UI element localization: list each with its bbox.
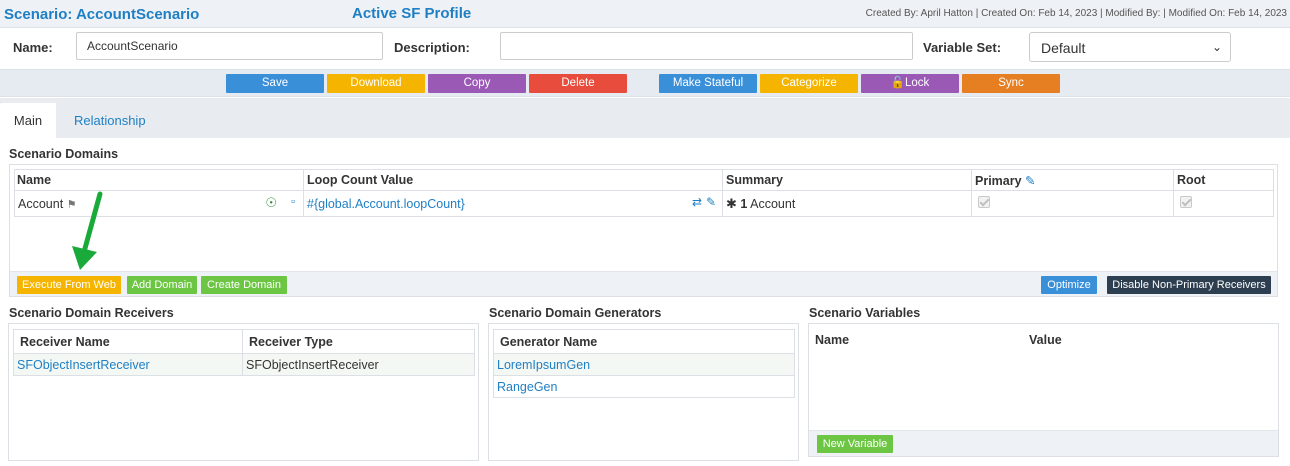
delete-button[interactable]: Delete [529,74,627,93]
edit-icon[interactable]: ✎ [1025,174,1035,188]
create-domain-button[interactable]: Create Domain [201,276,287,294]
scenario-title: Scenario: AccountScenario [4,6,200,23]
name-label: Name: [13,40,53,55]
lifebuoy-icon[interactable]: ☉ [265,195,277,211]
col-loop-count: Loop Count Value [303,169,723,191]
active-profile-link[interactable]: Active SF Profile [352,5,471,22]
domain-name-cell: Account ⚑ ☉ ▫ [14,190,304,217]
receiver-name-cell: SFObjectInsertReceiver [13,353,243,376]
col-receiver-name: Receiver Name [13,329,243,354]
variables-panel: Name Value New Variable [808,323,1279,457]
loop-count-link[interactable]: #{global.Account.loopCount} [307,197,465,211]
root-cell [1173,190,1274,217]
chevron-down-icon: ⌄ [1211,40,1222,54]
generators-table: Generator Name LoremIpsumGen RangeGen [493,329,795,398]
domains-header-row: Name Loop Count Value Summary Primary ✎ … [14,169,1274,191]
unlock-icon: 🔓 [890,77,906,89]
save-button[interactable]: Save [226,74,324,93]
summary-cell: ✱ 1 Account [722,190,972,217]
col-generator-name: Generator Name [493,329,795,354]
variable-set-select[interactable]: Default ⌄ [1029,32,1231,62]
summary-label: Account [750,196,796,211]
generator-cell: LoremIpsumGen [493,353,795,376]
generator-cell: RangeGen [493,375,795,398]
description-label: Description: [394,40,470,55]
generator-link[interactable]: LoremIpsumGen [497,358,590,372]
col-root: Root [1173,169,1274,191]
new-variable-button[interactable]: New Variable [817,435,893,453]
generators-panel: Generator Name LoremIpsumGen RangeGen [488,323,799,461]
domains-table: Name Loop Count Value Summary Primary ✎ … [14,169,1274,217]
domain-name: Account [18,196,64,211]
sync-button[interactable]: Sync [962,74,1060,93]
generators-title: Scenario Domain Generators [489,306,662,320]
col-variable-value: Value [1029,333,1062,347]
make-stateful-button[interactable]: Make Stateful [659,74,757,93]
primary-cell [971,190,1174,217]
receivers-panel: Receiver Name Receiver Type SFObjectInse… [8,323,479,461]
receiver-type-cell: SFObjectInsertReceiver [242,353,475,376]
add-domain-button[interactable]: Add Domain [127,276,197,294]
generators-header-row: Generator Name [493,329,795,354]
col-primary: Primary ✎ [971,169,1174,191]
table-row: LoremIpsumGen [493,353,795,376]
disable-non-primary-button[interactable]: Disable Non-Primary Receivers [1107,276,1271,294]
domains-panel: Name Loop Count Value Summary Primary ✎ … [9,164,1278,297]
shuffle-icon[interactable]: ⇄ [692,195,702,209]
description-input[interactable] [500,32,913,60]
copy-button[interactable]: Copy [428,74,526,93]
lock-button[interactable]: 🔓Lock [861,74,959,93]
variables-footer: New Variable [809,430,1278,456]
name-input[interactable]: AccountScenario [76,32,383,60]
pencil-icon[interactable]: ✎ [706,195,716,209]
tab-relationship[interactable]: Relationship [74,103,146,138]
audit-meta: Created By: April Hatton | Created On: F… [865,8,1287,19]
comment-icon[interactable]: ▫ [291,196,295,208]
loop-count-cell: #{global.Account.loopCount} ⇄ ✎ [303,190,723,217]
table-row: Account ⚑ ☉ ▫ #{global.Account.loopCount… [14,190,1274,217]
variable-set-label: Variable Set: [923,40,1002,55]
receivers-table: Receiver Name Receiver Type SFObjectInse… [13,329,475,376]
receivers-header-row: Receiver Name Receiver Type [13,329,475,354]
col-summary: Summary [722,169,972,191]
lock-button-label: Lock [905,77,930,89]
categorize-button[interactable]: Categorize [760,74,858,93]
variables-title: Scenario Variables [809,306,921,320]
col-variable-name: Name [815,333,850,347]
domains-footer: Execute From Web Add Domain Create Domai… [10,271,1277,296]
table-row: SFObjectInsertReceiver SFObjectInsertRec… [13,353,475,376]
col-receiver-type: Receiver Type [242,329,475,354]
generator-link[interactable]: RangeGen [497,380,557,394]
tab-main[interactable]: Main [0,103,56,138]
action-toolbar: Save Download Copy Delete Make Stateful … [0,69,1290,97]
domains-title: Scenario Domains [9,147,119,161]
header-bar: Scenario: AccountScenario Active SF Prof… [0,0,1290,28]
tab-bar: Main Relationship [0,98,1290,138]
spider-icon: ✱ [726,195,737,211]
scenario-form: Name: AccountScenario Description: Varia… [0,28,1290,68]
col-primary-label: Primary [975,173,1022,188]
table-row: RangeGen [493,375,795,398]
execute-from-web-button[interactable]: Execute From Web [17,276,121,294]
receiver-name-link[interactable]: SFObjectInsertReceiver [17,358,150,372]
col-name: Name [14,169,304,191]
receivers-title: Scenario Domain Receivers [9,306,174,320]
primary-checkbox[interactable] [978,196,990,208]
summary-count: 1 [740,196,748,211]
root-checkbox[interactable] [1180,196,1192,208]
annotation-arrow [72,191,103,270]
optimize-button[interactable]: Optimize [1041,276,1097,294]
variable-set-value: Default [1041,40,1086,56]
download-button[interactable]: Download [327,74,425,93]
